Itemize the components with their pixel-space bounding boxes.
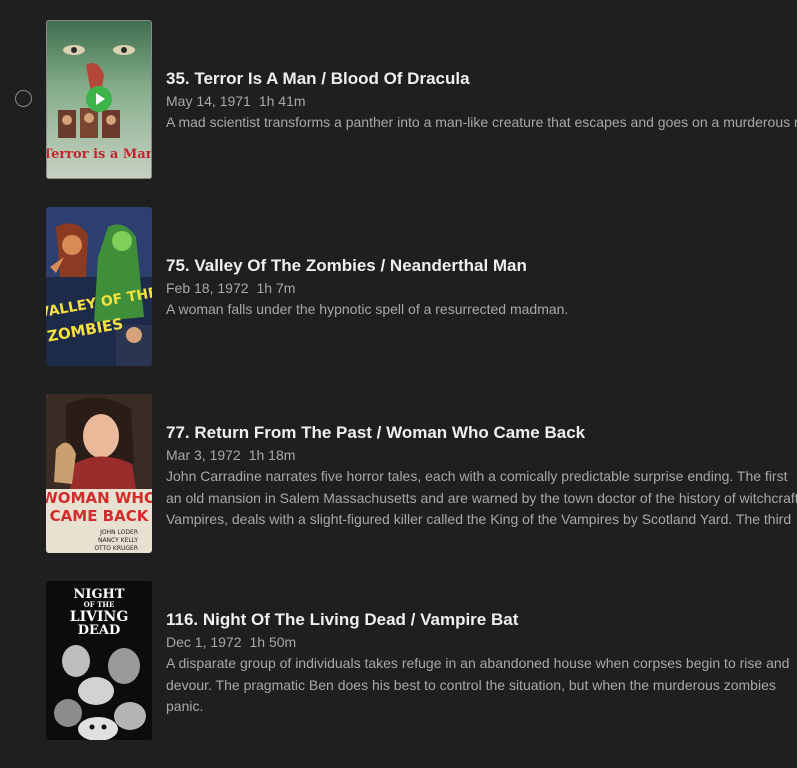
poster-credit-text: NANCY KELLY (98, 537, 138, 544)
episode-date: Feb 18, 1972 (166, 280, 249, 296)
episode-date: May 14, 1971 (166, 93, 251, 109)
episode-meta: Dec 1, 1972 1h 50m (166, 632, 797, 652)
description-line: A mad scientist transforms a panther int… (166, 114, 797, 130)
poster-credit-text: OTTO KRUGER (94, 545, 138, 552)
episode-poster[interactable]: VALLEY OF THE ZOMBIES (46, 207, 152, 366)
description-line: panic. (166, 698, 204, 714)
poster-credit-text: JOHN LODER (99, 529, 138, 536)
episode-duration: 1h 50m (249, 634, 297, 650)
episode-row[interactable]: VALLEY OF THE ZOMBIES 75. Valley Of The … (0, 207, 797, 367)
episode-title[interactable]: 116. Night Of The Living Dead / Vampire … (166, 609, 797, 631)
episode-description: A mad scientist transforms a panther int… (166, 112, 797, 134)
episode-meta: Mar 3, 1972 1h 18m (166, 445, 797, 465)
description-line: Vampires, deals with a slight-figured ki… (166, 511, 792, 527)
poster-title-text: CAME BACK (50, 507, 150, 525)
poster-title-text: DEAD (78, 623, 121, 638)
episode-title[interactable]: 77. Return From The Past / Woman Who Cam… (166, 422, 797, 444)
description-line: an old mansion in Salem Massachusetts an… (166, 489, 797, 506)
episode-poster[interactable]: WOMAN WHO CAME BACK JOHN LODER NANCY KEL… (46, 394, 152, 553)
description-line: John Carradine narrates five horror tale… (166, 468, 788, 484)
select-checkbox[interactable] (15, 90, 32, 107)
episode-row[interactable]: Terror is a Man 35. Terror Is A Man / Bl… (0, 20, 797, 180)
episode-poster[interactable]: NIGHT OF THE LIVING DEAD (46, 581, 152, 740)
description-line: A disparate group of individuals takes r… (166, 655, 790, 671)
episode-meta: May 14, 1971 1h 41m (166, 91, 797, 111)
episode-date: Dec 1, 1972 (166, 634, 242, 650)
episode-description: A disparate group of individuals takes r… (166, 653, 797, 718)
play-icon[interactable] (86, 86, 112, 112)
episode-meta: Feb 18, 1972 1h 7m (166, 278, 797, 298)
description-line: A woman falls under the hypnotic spell o… (166, 301, 569, 317)
episode-description: A woman falls under the hypnotic spell o… (166, 299, 797, 321)
poster-title-text: WOMAN WHO (46, 489, 152, 507)
episode-title[interactable]: 35. Terror Is A Man / Blood Of Dracula (166, 68, 797, 90)
poster-title-text: OF THE (84, 600, 115, 609)
episode-row[interactable]: NIGHT OF THE LIVING DEAD 116. Night Of T… (0, 581, 797, 741)
poster-title-text: Terror is a Man (46, 147, 152, 162)
description-line: devour. The pragmatic Ben does his best … (166, 676, 776, 693)
episode-row[interactable]: WOMAN WHO CAME BACK JOHN LODER NANCY KEL… (0, 394, 797, 554)
episode-description: John Carradine narrates five horror tale… (166, 466, 797, 531)
episode-date: Mar 3, 1972 (166, 447, 241, 463)
episode-duration: 1h 18m (248, 447, 296, 463)
episode-duration: 1h 7m (256, 280, 296, 296)
episode-title[interactable]: 75. Valley Of The Zombies / Neanderthal … (166, 255, 797, 277)
episode-list: Terror is a Man 35. Terror Is A Man / Bl… (0, 0, 797, 768)
episode-poster[interactable]: Terror is a Man (46, 20, 152, 179)
episode-duration: 1h 41m (258, 93, 306, 109)
